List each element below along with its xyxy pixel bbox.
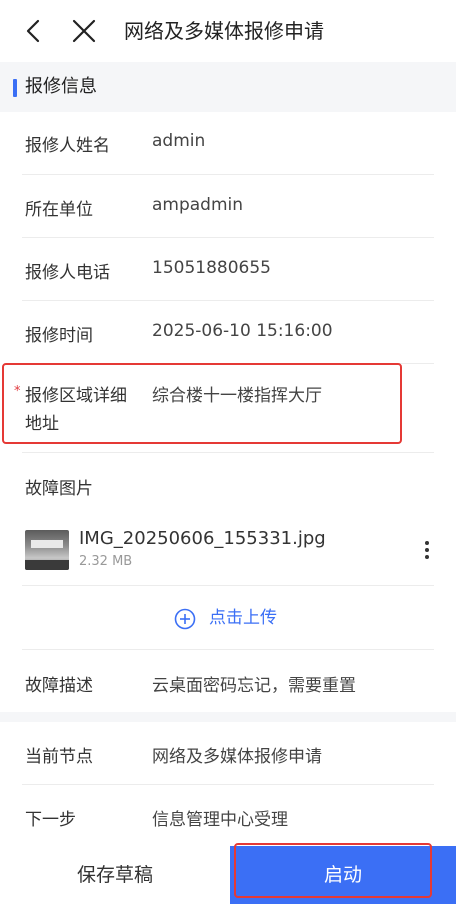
description-label: 故障描述 — [25, 676, 93, 696]
phone-value: 15051880655 — [152, 258, 271, 278]
current-node-row: 当前节点 网络及多媒体报修申请 — [0, 722, 456, 784]
save-draft-button[interactable]: 保存草稿 — [0, 846, 230, 904]
unit-row: 所在单位 ampadmin — [0, 175, 456, 237]
section-accent-bar — [13, 79, 17, 97]
time-row: 报修时间 2025-06-10 15:16:00 — [0, 301, 456, 363]
current-node-value: 网络及多媒体报修申请 — [152, 747, 322, 767]
plus-circle-icon — [174, 608, 196, 630]
top-bar: 网络及多媒体报修申请 — [0, 0, 456, 62]
close-icon[interactable] — [70, 17, 98, 45]
attachment-file-size: 2.32 MB — [79, 554, 133, 569]
phone-label: 报修人电话 — [25, 263, 110, 283]
description-row[interactable]: 故障描述 云桌面密码忘记，需要重置 — [0, 650, 456, 712]
reporter-name-row: 报修人姓名 admin — [0, 112, 456, 174]
attachment-thumbnail[interactable] — [25, 530, 69, 570]
more-vertical-icon[interactable] — [420, 538, 434, 562]
phone-row: 报修人电话 15051880655 — [0, 238, 456, 300]
current-node-label: 当前节点 — [25, 747, 93, 767]
time-value[interactable]: 2025-06-10 15:16:00 — [152, 321, 333, 341]
divider — [22, 452, 434, 453]
reporter-name-label: 报修人姓名 — [25, 136, 110, 156]
photos-label: 故障图片 — [25, 479, 93, 499]
attachment-item[interactable]: IMG_20250606_155331.jpg 2.32 MB — [0, 512, 456, 584]
address-highlight-box — [2, 363, 402, 444]
upload-label: 点击上传 — [209, 608, 277, 628]
divider — [22, 585, 434, 586]
next-step-label: 下一步 — [25, 810, 76, 830]
reporter-name-value: admin — [152, 131, 206, 151]
attachment-file-name[interactable]: IMG_20250606_155331.jpg — [79, 528, 326, 549]
start-highlight-box — [234, 843, 432, 898]
upload-button[interactable]: 点击上传 — [0, 590, 456, 646]
next-step-value[interactable]: 信息管理中心受理 — [152, 805, 288, 830]
unit-label: 所在单位 — [25, 200, 93, 220]
section-gap — [0, 712, 456, 722]
unit-value: ampadmin — [152, 195, 244, 215]
chevron-left-icon[interactable] — [20, 17, 48, 45]
description-value[interactable]: 云桌面密码忘记，需要重置 — [152, 671, 356, 696]
photos-row: 故障图片 — [0, 456, 456, 512]
page-title: 网络及多媒体报修申请 — [124, 19, 324, 43]
next-step-row[interactable]: 下一步 信息管理中心受理 — [0, 785, 456, 845]
section-title: 报修信息 — [25, 76, 97, 97]
time-label: 报修时间 — [25, 326, 93, 346]
